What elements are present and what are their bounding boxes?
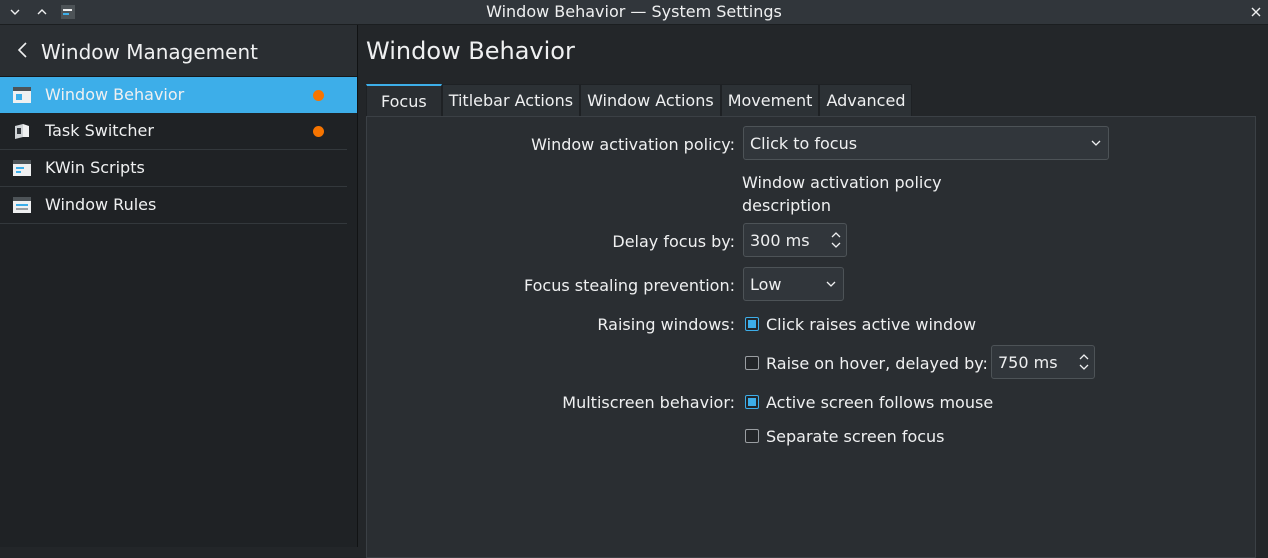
focus-stealing-combo[interactable]: Low <box>743 267 844 301</box>
page-title: Window Behavior <box>366 37 575 65</box>
changed-indicator <box>313 90 324 101</box>
window-title: Window Behavior — System Settings <box>486 2 782 21</box>
sidebar: Window Management Window Behavior Task S… <box>0 25 358 547</box>
sidebar-item-label: Window Rules <box>45 195 157 214</box>
separate-focus-checkbox[interactable] <box>745 429 759 443</box>
active-follows-mouse-label[interactable]: Active screen follows mouse <box>766 393 993 412</box>
activation-policy-combo[interactable]: Click to focus <box>743 126 1109 160</box>
close-icon <box>1251 7 1261 17</box>
kwin-scripts-icon <box>13 160 31 176</box>
chevron-left-icon <box>17 42 27 58</box>
focus-stealing-label: Focus stealing prevention: <box>523 276 735 295</box>
chevron-down-icon <box>1091 140 1101 146</box>
activation-policy-description: Window activation policy description <box>742 173 942 215</box>
sidebar-title: Window Management <box>41 40 258 64</box>
sidebar-item-label: Window Behavior <box>45 85 185 104</box>
raise-hover-delay-spinbox[interactable]: 750 ms <box>991 345 1095 379</box>
sidebar-item-window-rules[interactable]: Window Rules <box>0 187 347 224</box>
main-content: Window Behavior Focus Titlebar Actions W… <box>358 25 1268 558</box>
chevron-down-icon <box>826 281 836 287</box>
sidebar-list: Window Behavior Task Switcher KWin Scrip… <box>0 77 357 224</box>
delay-focus-label: Delay focus by: <box>612 232 735 251</box>
separate-focus-label[interactable]: Separate screen focus <box>766 427 945 446</box>
tab-movement[interactable]: Movement <box>720 84 820 116</box>
sidebar-item-kwin-scripts[interactable]: KWin Scripts <box>0 150 347 187</box>
back-button[interactable] <box>12 38 32 62</box>
tab-window-actions[interactable]: Window Actions <box>580 84 721 116</box>
close-button[interactable] <box>1246 2 1266 22</box>
sidebar-item-label: KWin Scripts <box>45 158 145 177</box>
click-raises-checkbox[interactable] <box>745 317 759 331</box>
changed-indicator <box>313 126 324 137</box>
raise-on-hover-label[interactable]: Raise on hover, delayed by: <box>766 354 988 373</box>
window-titlebar: Window Behavior — System Settings <box>0 0 1268 25</box>
multiscreen-label: Multiscreen behavior: <box>562 393 735 412</box>
raising-windows-label: Raising windows: <box>597 315 735 334</box>
task-switcher-icon <box>15 124 29 139</box>
activation-policy-value: Click to focus <box>750 134 858 153</box>
focus-panel: Window activation policy: Click to focus… <box>366 116 1256 558</box>
active-follows-mouse-checkbox[interactable] <box>745 395 759 409</box>
sidebar-header: Window Management <box>0 25 357 77</box>
delay-focus-value: 300 ms <box>750 231 810 250</box>
window-rules-icon <box>13 197 31 213</box>
sidebar-item-window-behavior[interactable]: Window Behavior <box>0 77 357 113</box>
tab-focus[interactable]: Focus <box>366 84 442 118</box>
tab-advanced[interactable]: Advanced <box>819 84 913 116</box>
activation-policy-label: Window activation policy: <box>531 135 735 154</box>
raise-on-hover-checkbox[interactable] <box>745 356 759 370</box>
raise-hover-delay-value: 750 ms <box>998 353 1058 372</box>
sidebar-item-task-switcher[interactable]: Task Switcher <box>0 113 347 150</box>
tab-bar: Focus Titlebar Actions Window Actions Mo… <box>366 84 913 118</box>
spin-arrows-icon[interactable] <box>830 228 842 252</box>
sidebar-item-label: Task Switcher <box>45 121 154 140</box>
tab-titlebar-actions[interactable]: Titlebar Actions <box>441 84 581 116</box>
spin-arrows-icon[interactable] <box>1078 350 1090 374</box>
focus-stealing-value: Low <box>750 275 782 294</box>
delay-focus-spinbox[interactable]: 300 ms <box>743 223 847 257</box>
window-behavior-icon <box>13 87 31 103</box>
click-raises-label[interactable]: Click raises active window <box>766 315 976 334</box>
